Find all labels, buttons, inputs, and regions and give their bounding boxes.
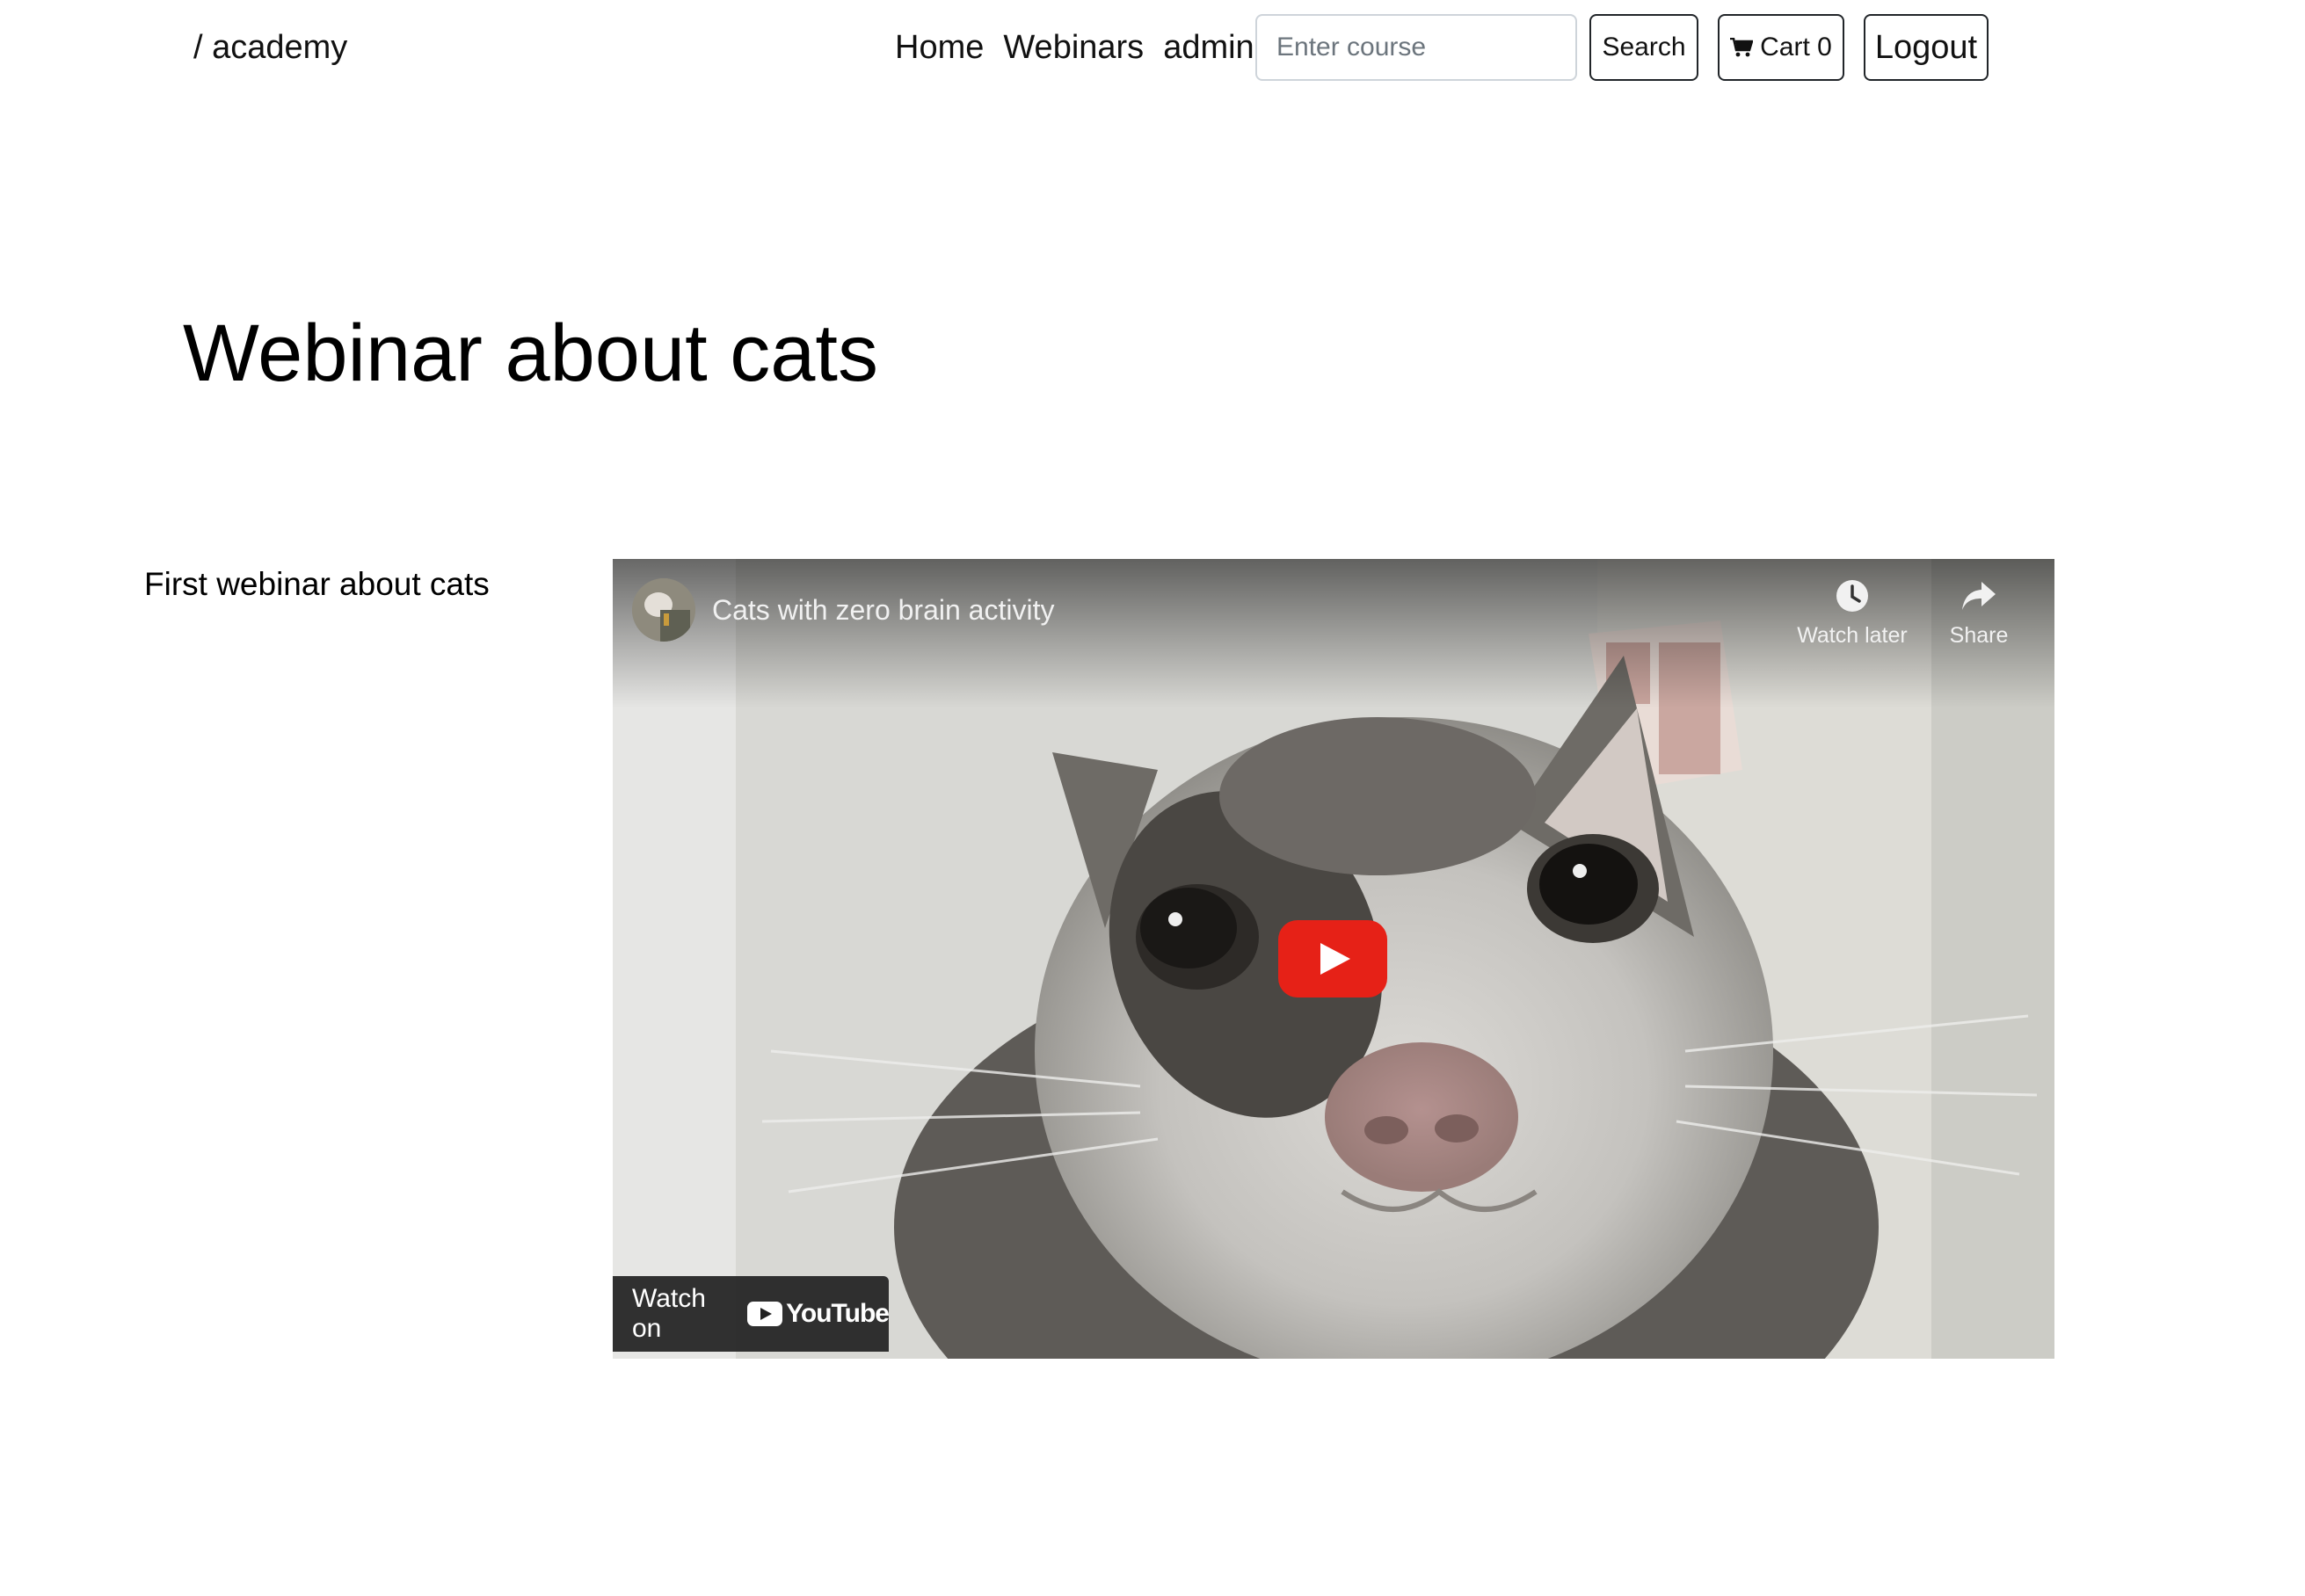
nav-link-admin[interactable]: admin [1163,26,1254,69]
search-input[interactable] [1255,14,1577,81]
share-label: Share [1949,623,2009,648]
page-title: Webinar about cats [183,308,878,398]
watch-later-label: Watch later [1797,623,1908,648]
share-button[interactable]: Share [1917,578,2040,649]
channel-avatar[interactable] [632,578,695,642]
search-button[interactable]: Search [1589,14,1698,81]
watch-later-button[interactable]: Watch later [1791,578,1914,649]
video-title[interactable]: Cats with zero brain activity [712,592,1054,628]
watch-on-label: Watch on [632,1284,706,1343]
webinar-description: First webinar about cats [144,566,490,602]
youtube-play-icon [747,1302,783,1326]
youtube-logo: YouTube [747,1299,890,1329]
youtube-label: YouTube [786,1299,890,1328]
watch-on-youtube-button[interactable]: Watch on YouTube [613,1276,890,1352]
brand-logo[interactable]: / academy [193,26,347,69]
cart-icon [1730,38,1754,57]
cart-button[interactable]: Cart 0 [1718,14,1844,81]
nav-link-webinars[interactable]: Webinars [1003,26,1144,69]
cart-label: Cart 0 [1760,33,1832,62]
clock-icon [1836,580,1868,612]
play-icon[interactable] [1278,920,1387,997]
nav-links: Home Webinars admin [895,26,1254,69]
video-embed[interactable]: Cats with zero brain activity Watch late… [613,559,2054,1359]
navbar: / academy Home Webinars admin Search Car… [0,0,2305,93]
nav-link-home[interactable]: Home [895,26,984,69]
logout-button[interactable]: Logout [1864,14,1989,81]
share-arrow-icon [1962,582,1996,610]
